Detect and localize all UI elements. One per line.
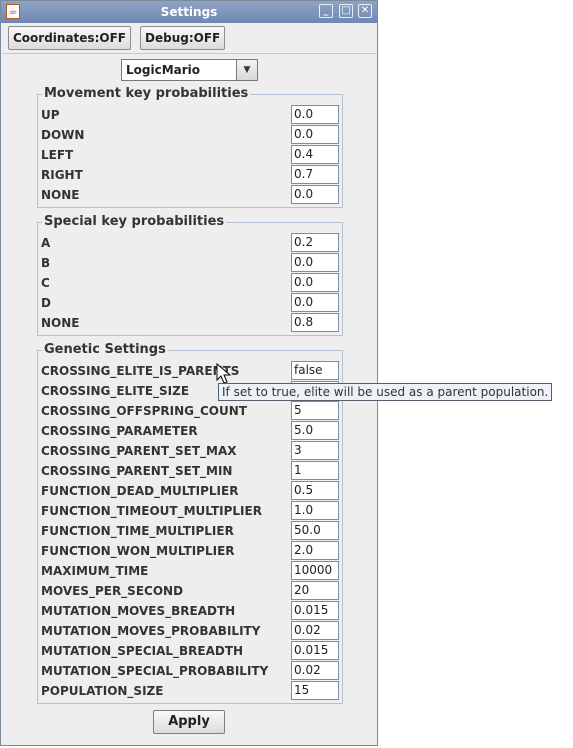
setting-label: MAXIMUM_TIME [41,564,149,578]
setting-row: B 0.0 [38,253,342,273]
setting-row: FUNCTION_WON_MULTIPLIER 2.0 [38,541,342,561]
setting-label: MOVES_PER_SECOND [41,584,184,598]
setting-label: POPULATION_SIZE [41,684,164,698]
toolbar: Coordinates:OFF Debug:OFF [2,23,376,54]
setting-value-field[interactable]: 0.5 [291,481,339,500]
setting-row: MUTATION_SPECIAL_BREADTH 0.015 [38,641,342,661]
setting-value-field[interactable]: 0.0 [291,185,339,204]
setting-row: CROSSING_PARENT_SET_MAX 3 [38,441,342,461]
genetic-settings-group: Genetic Settings CROSSING_ELITE_IS_PAREN… [37,342,343,704]
setting-value-field[interactable]: 5.0 [291,421,339,440]
setting-row: DOWN 0.0 [38,125,342,145]
setting-label: FUNCTION_TIMEOUT_MULTIPLIER [41,504,262,518]
setting-value-field[interactable]: 0.0 [291,125,339,144]
setting-value-field[interactable]: 0.4 [291,145,339,164]
setting-value-field[interactable]: 0.0 [291,253,339,272]
setting-value-field[interactable]: 0.015 [291,601,339,620]
setting-label: CROSSING_OFFSPRING_COUNT [41,404,247,418]
setting-label: DOWN [41,128,85,142]
tooltip: If set to true, elite will be used as a … [218,383,553,401]
setting-label: CROSSING_ELITE_IS_PARENTS [41,364,240,378]
setting-label: A [41,236,51,250]
mouse-cursor-icon [216,363,232,384]
setting-row: A 0.2 [38,233,342,253]
setting-value-field[interactable]: 1.0 [291,501,339,520]
close-icon[interactable]: ✕ [358,4,372,18]
setting-value-field[interactable]: 0.0 [291,273,339,292]
setting-label: MUTATION_MOVES_BREADTH [41,604,236,618]
setting-row: MUTATION_MOVES_BREADTH 0.015 [38,601,342,621]
setting-row: NONE 0.0 [38,185,342,205]
setting-label: MUTATION_MOVES_PROBABILITY [41,624,261,638]
setting-value-field[interactable]: false [291,361,339,380]
setting-label: D [41,296,51,310]
setting-row: CROSSING_ELITE_IS_PARENTS false [38,361,342,381]
setting-row: MUTATION_SPECIAL_PROBABILITY 0.02 [38,661,342,681]
debug-toggle-button[interactable]: Debug:OFF [140,26,226,50]
setting-value-field[interactable]: 1 [291,461,339,480]
setting-row: FUNCTION_TIME_MULTIPLIER 50.0 [38,521,342,541]
agent-select[interactable]: LogicMario ▼ [121,59,258,81]
group-title: Special key probabilities [42,214,227,229]
movement-key-probabilities-group: Movement key probabilities UP 0.0 DOWN 0.0 L… [37,86,343,208]
setting-row: CROSSING_OFFSPRING_COUNT 5 [38,401,342,421]
setting-label: C [41,276,50,290]
settings-window: ☕ Settings _ □ ✕ Coordinates:OFF Debug:O… [0,0,378,746]
setting-row: C 0.0 [38,273,342,293]
setting-value-field[interactable]: 2.0 [291,541,339,560]
setting-value-field[interactable]: 3 [291,441,339,460]
setting-label: CROSSING_PARENT_SET_MAX [41,444,237,458]
setting-label: NONE [41,316,80,330]
setting-label: NONE [41,188,80,202]
setting-label: CROSSING_PARAMETER [41,424,198,438]
setting-value-field[interactable]: 10000 [291,561,339,580]
setting-label: CROSSING_ELITE_SIZE [41,384,190,398]
setting-value-field[interactable]: 5 [291,401,339,420]
apply-button[interactable]: Apply [153,710,225,734]
setting-row: FUNCTION_TIMEOUT_MULTIPLIER 1.0 [38,501,342,521]
special-key-probabilities-group: Special key probabilities A 0.2 B 0.0 C 0.0 D 0… [37,214,343,336]
group-title: Movement key probabilities [42,86,251,101]
setting-value-field[interactable]: 50.0 [291,521,339,540]
setting-row: CROSSING_PARAMETER 5.0 [38,421,342,441]
setting-value-field[interactable]: 0.015 [291,641,339,660]
setting-row: NONE 0.8 [38,313,342,333]
minimize-icon[interactable]: _ [319,4,333,18]
group-title: Genetic Settings [42,342,168,357]
setting-value-field[interactable]: 0.0 [291,105,339,124]
agent-select-value: LogicMario [126,63,201,77]
setting-row: CROSSING_PARENT_SET_MIN 1 [38,461,342,481]
setting-row: FUNCTION_DEAD_MULTIPLIER 0.5 [38,481,342,501]
setting-value-field[interactable]: 0.0 [291,293,339,312]
setting-label: MUTATION_SPECIAL_PROBABILITY [41,664,269,678]
setting-row: D 0.0 [38,293,342,313]
setting-value-field[interactable]: 0.2 [291,233,339,252]
setting-label: FUNCTION_TIME_MULTIPLIER [41,524,234,538]
setting-value-field[interactable]: 15 [291,681,339,700]
maximize-icon[interactable]: □ [339,4,353,18]
setting-label: FUNCTION_DEAD_MULTIPLIER [41,484,239,498]
setting-row: LEFT 0.4 [38,145,342,165]
setting-value-field[interactable]: 20 [291,581,339,600]
setting-label: UP [41,108,60,122]
setting-row: RIGHT 0.7 [38,165,342,185]
setting-label: MUTATION_SPECIAL_BREADTH [41,644,244,658]
setting-row: MAXIMUM_TIME 10000 [38,561,342,581]
setting-label: CROSSING_PARENT_SET_MIN [41,464,233,478]
title-bar[interactable]: ☕ Settings _ □ ✕ [1,1,377,23]
setting-row: UP 0.0 [38,105,342,125]
setting-value-field[interactable]: 0.7 [291,165,339,184]
chevron-down-icon[interactable]: ▼ [236,60,257,80]
setting-value-field[interactable]: 0.02 [291,621,339,640]
setting-row: MUTATION_MOVES_PROBABILITY 0.02 [38,621,342,641]
setting-row: MOVES_PER_SECOND 20 [38,581,342,601]
setting-value-field[interactable]: 0.02 [291,661,339,680]
setting-label: LEFT [41,148,74,162]
setting-row: POPULATION_SIZE 15 [38,681,342,701]
setting-value-field[interactable]: 0.8 [291,313,339,332]
setting-label: RIGHT [41,168,83,182]
setting-label: B [41,256,51,270]
setting-label: FUNCTION_WON_MULTIPLIER [41,544,235,558]
coordinates-toggle-button[interactable]: Coordinates:OFF [8,26,131,50]
